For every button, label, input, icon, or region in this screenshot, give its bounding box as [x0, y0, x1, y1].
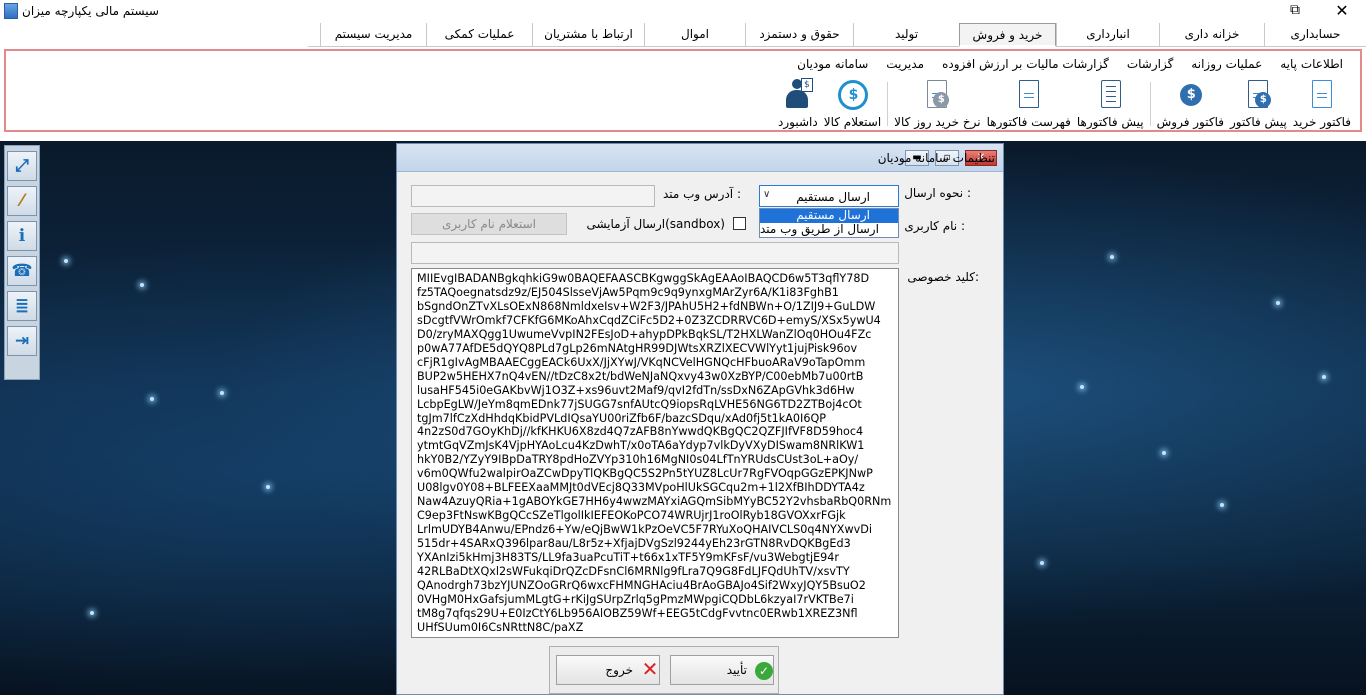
- document-icon: [1305, 78, 1339, 112]
- tab-production[interactable]: تولید: [853, 23, 959, 47]
- tool-label: فاکتور فروش: [1156, 115, 1224, 129]
- main-tabs: حسابداری خزانه داری انبارداری خرید و فرو…: [308, 23, 1366, 47]
- sandbox-checkbox[interactable]: [733, 217, 746, 230]
- app-title: سیستم مالی یکپارچه میزان: [22, 4, 159, 18]
- tab-assets[interactable]: اموال: [644, 23, 745, 47]
- subtab-reports[interactable]: گزارشات: [1118, 57, 1182, 71]
- ribbon-subtabs: اطلاعات پایه عملیات روزانه گزارشات گزارش…: [788, 57, 1352, 71]
- tab-warehouse[interactable]: انبارداری: [1056, 23, 1159, 47]
- restore-icon[interactable]: ⧉: [1286, 2, 1304, 20]
- tool-label: فاکتور خرید: [1292, 115, 1351, 129]
- tool-label: داشبورد: [778, 115, 818, 129]
- fast-coin-icon: $: [1173, 78, 1207, 112]
- expand-button[interactable]: ⤢: [7, 151, 37, 181]
- phone-icon: ☎: [11, 261, 33, 281]
- tab-treasury[interactable]: خزانه داری: [1159, 23, 1264, 47]
- tab-payroll[interactable]: حقوق و دستمزد: [745, 23, 853, 47]
- confirm-label: تأیید: [726, 663, 747, 677]
- username-inquiry-button[interactable]: استعلام نام کاربری: [411, 213, 567, 235]
- title-bar: سیستم مالی یکپارچه میزان ⧉ ✕: [0, 0, 1366, 22]
- tab-purchase-sales[interactable]: خرید و فروش: [959, 23, 1056, 47]
- ribbon: اطلاعات پایه عملیات روزانه گزارشات گزارش…: [4, 49, 1362, 132]
- send-method-label: نحوه ارسال :: [904, 186, 971, 200]
- notes-button[interactable]: ≣: [7, 291, 37, 321]
- invoice-list-icon: [1012, 78, 1046, 112]
- subtab-base-info[interactable]: اطلاعات پایه: [1271, 57, 1352, 71]
- proforma-button[interactable]: $ پیش فاکتور: [1227, 78, 1290, 129]
- product-inquiry-button[interactable]: $ استعلام کالا: [821, 78, 884, 129]
- notes-icon: ≣: [14, 296, 30, 316]
- close-icon[interactable]: ✕: [1332, 1, 1352, 21]
- subtab-vat-reports[interactable]: گزارشات مالیات بر ارزش افزوده: [933, 57, 1118, 71]
- dashboard-user-icon: $: [781, 78, 815, 112]
- checklist-icon: [1093, 78, 1127, 112]
- logout-button[interactable]: ⇥: [7, 326, 37, 356]
- price-rate-icon: $: [920, 78, 954, 112]
- confirm-button[interactable]: ✓ تأیید: [670, 655, 774, 685]
- phone-button[interactable]: ☎: [7, 256, 37, 286]
- taxpayer-settings-dialog: ✕ ▫ ▬ تنظیمات سامانه مودیان نحوه ارسال :…: [396, 143, 1004, 695]
- sales-invoice-button[interactable]: $ فاکتور فروش: [1154, 78, 1227, 129]
- webmethod-address-label: آدرس وب متد :: [662, 187, 741, 201]
- tool-label: فهرست فاکتورها: [986, 115, 1071, 129]
- check-icon: ✓: [755, 662, 773, 680]
- expand-icon: ⤢: [15, 156, 29, 176]
- subtab-taxpayer-system[interactable]: سامانه مودیان: [788, 57, 877, 71]
- ribbon-tools: فاکتور خرید $ پیش فاکتور $ فاکتور فروش پ…: [775, 78, 1354, 129]
- private-key-textarea[interactable]: MIIEvgIBADANBgkqhkiG9w0BAQEFAASCBKgwggSk…: [411, 268, 899, 638]
- tab-auxiliary[interactable]: عملیات کمکی: [426, 23, 532, 47]
- proformas-button[interactable]: پیش فاکتورها: [1074, 78, 1147, 129]
- logout-icon: ⇥: [14, 331, 30, 351]
- send-method-value: ارسال مستقیم: [796, 190, 870, 204]
- dashboard-button[interactable]: $ داشبورد: [775, 78, 821, 129]
- send-method-option-direct[interactable]: ارسال مستقیم: [760, 209, 898, 223]
- send-method-select[interactable]: ارسال مستقیم ∨: [759, 185, 899, 207]
- tab-crm[interactable]: ارتباط با مشتریان: [532, 23, 644, 47]
- exit-button[interactable]: ✕ خروج: [556, 655, 660, 685]
- sandbox-label: ارسال آزمایشی(sandbox): [586, 217, 725, 231]
- tool-label: نرخ خرید روز کالا: [894, 115, 981, 129]
- wand-icon: ⁄: [20, 191, 24, 211]
- purchase-invoice-button[interactable]: فاکتور خرید: [1290, 78, 1354, 129]
- left-toolbar: ⤢ ⁄ ℹ ☎ ≣ ⇥: [4, 145, 40, 380]
- invoice-list-button[interactable]: فهرست فاکتورها: [984, 78, 1074, 129]
- tab-system-management[interactable]: مدیریت سیستم: [320, 23, 426, 47]
- wand-button[interactable]: ⁄: [7, 186, 37, 216]
- private-key-label: کلید خصوصی:: [907, 270, 979, 284]
- subtab-daily-ops[interactable]: عملیات روزانه: [1182, 57, 1271, 71]
- coin-document-icon: $: [1241, 78, 1275, 112]
- username-label: نام کاربری :: [904, 219, 965, 233]
- close-icon: ✕: [641, 657, 659, 681]
- info-icon: ℹ: [18, 226, 26, 246]
- chevron-down-icon: ∨: [763, 189, 771, 200]
- send-method-dropdown: ارسال مستقیم ارسال از طریق وب متد: [759, 208, 899, 238]
- username-field[interactable]: [411, 242, 899, 264]
- divider: [1149, 82, 1151, 126]
- send-method-option-webmethod[interactable]: ارسال از طریق وب متد: [760, 223, 898, 237]
- exit-label: خروج: [605, 663, 633, 677]
- subtab-management[interactable]: مدیریت: [877, 57, 933, 71]
- dialog-title-bar: ✕ ▫ ▬ تنظیمات سامانه مودیان: [397, 144, 1003, 172]
- webmethod-address-field[interactable]: [411, 185, 655, 207]
- divider: [887, 82, 889, 126]
- tab-accounting[interactable]: حسابداری: [1264, 23, 1366, 47]
- tool-label: پیش فاکتورها: [1076, 115, 1144, 129]
- dialog-actions: ✓ تأیید ✕ خروج: [549, 646, 779, 694]
- daily-purchase-rate-button[interactable]: $ نرخ خرید روز کالا: [891, 78, 983, 129]
- tool-label: استعلام کالا: [823, 115, 882, 129]
- private-key-text: MIIEvgIBADANBgkqhkiG9w0BAQEFAASCBKgwggSk…: [417, 272, 892, 634]
- inquiry-icon: $: [835, 78, 869, 112]
- app-icon: [4, 3, 18, 19]
- dialog-title: تنظیمات سامانه مودیان: [877, 151, 995, 165]
- tool-label: پیش فاکتور: [1229, 115, 1287, 129]
- info-button[interactable]: ℹ: [7, 221, 37, 251]
